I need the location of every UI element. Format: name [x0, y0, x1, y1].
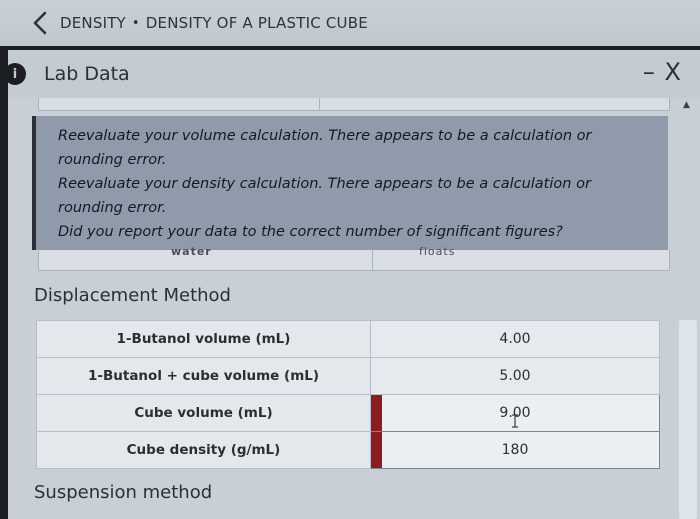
- table-cell: floats: [419, 245, 456, 258]
- row-value: 4.00: [370, 320, 660, 358]
- lab-data-content: Reevaluate your volume calculation. Ther…: [8, 98, 676, 519]
- table-cell: water: [171, 245, 212, 258]
- table-row-partial: [38, 98, 670, 111]
- feedback-message-box: Reevaluate your volume calculation. Ther…: [32, 116, 668, 250]
- displacement-table: 1-Butanol volume (mL) 4.00 1-Butanol + c…: [36, 320, 660, 469]
- table-row: Cube density (g/mL) 180: [36, 431, 660, 469]
- breadcrumb-page: DENSITY OF A PLASTIC CUBE: [145, 14, 368, 32]
- scrollbar-thumb[interactable]: [679, 320, 697, 519]
- error-flag: [371, 432, 382, 468]
- table-row: 1-Butanol + cube volume (mL) 5.00: [36, 357, 660, 395]
- panel-title: Lab Data: [44, 63, 130, 85]
- row-label: Cube volume (mL): [36, 394, 371, 432]
- feedback-line: rounding error.: [58, 200, 167, 216]
- cube-density-value: 180: [501, 442, 529, 458]
- suspension-method-heading: Suspension method: [34, 482, 213, 503]
- table-row-partial: water floats: [38, 245, 670, 271]
- error-flag: [371, 395, 382, 431]
- minimize-close-button[interactable]: – X: [643, 58, 682, 86]
- row-label: Cube density (g/mL): [36, 431, 371, 469]
- lab-data-panel-header: i Lab Data – X: [4, 50, 700, 98]
- displacement-method-heading: Displacement Method: [34, 285, 231, 306]
- back-chevron-icon[interactable]: [26, 9, 54, 37]
- top-bar: DENSITY • DENSITY OF A PLASTIC CUBE: [0, 0, 700, 46]
- feedback-line: rounding error.: [58, 152, 167, 168]
- scroll-up-icon[interactable]: ▲: [683, 100, 690, 110]
- cube-density-input[interactable]: 180: [370, 431, 660, 469]
- feedback-line: Did you report your data to the correct …: [58, 224, 563, 240]
- scrollbar[interactable]: ▲: [676, 98, 700, 519]
- cube-volume-input[interactable]: 9.00: [370, 394, 660, 432]
- text-cursor-icon: [512, 414, 518, 428]
- breadcrumb-section[interactable]: DENSITY: [60, 14, 126, 32]
- table-row: 1-Butanol volume (mL) 4.00: [36, 320, 660, 358]
- feedback-line: Reevaluate your volume calculation. Ther…: [58, 128, 592, 144]
- breadcrumb-separator: •: [131, 15, 140, 31]
- info-icon[interactable]: i: [4, 63, 26, 85]
- row-value: 5.00: [370, 357, 660, 395]
- row-label: 1-Butanol volume (mL): [36, 320, 371, 358]
- row-label: 1-Butanol + cube volume (mL): [36, 357, 371, 395]
- table-row: Cube volume (mL) 9.00: [36, 394, 660, 432]
- breadcrumb: DENSITY • DENSITY OF A PLASTIC CUBE: [60, 14, 368, 32]
- feedback-line: Reevaluate your density calculation. The…: [58, 176, 591, 192]
